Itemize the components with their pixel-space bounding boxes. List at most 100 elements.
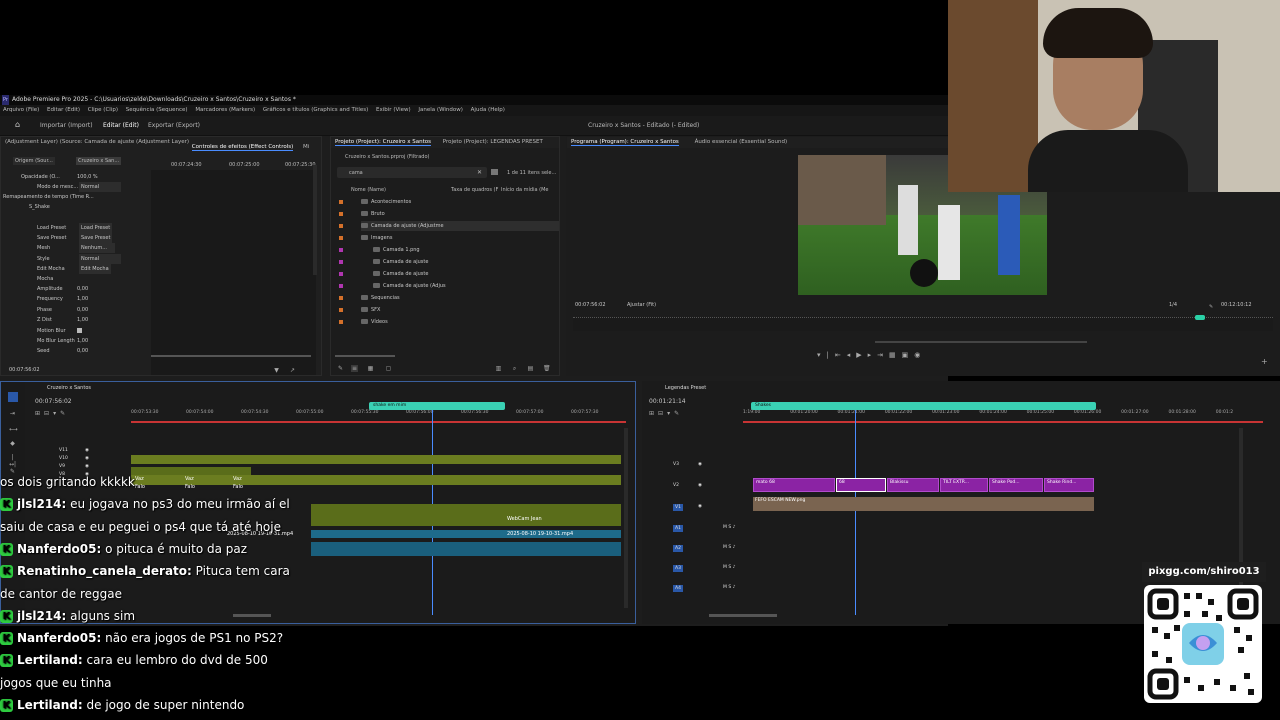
project-item[interactable]: Camada de ajuste (Adjus (373, 281, 559, 291)
track-label[interactable]: V11 (59, 448, 68, 453)
automate-icon[interactable]: ▥ (495, 365, 502, 372)
eye-icon[interactable]: ◉ (85, 456, 89, 461)
play-icon[interactable]: ▶ (856, 351, 867, 359)
timeline-timecode[interactable]: 00:07:56:02 (35, 397, 72, 407)
motion-blur-checkbox[interactable] (77, 328, 82, 333)
zoom-dropdown[interactable]: 1/4 (1169, 300, 1177, 310)
legendas-playhead[interactable] (855, 410, 856, 615)
eye-icon[interactable]: ◉ (85, 464, 89, 469)
fit-dropdown[interactable]: Ajustar (Fit) (627, 300, 656, 310)
timeline-tab-main[interactable]: Cruzeiro x Santos (47, 385, 91, 391)
legendas-marker[interactable]: Shakes (751, 402, 1096, 410)
track-select-icon[interactable]: ⇥ (9, 410, 16, 417)
tab-program[interactable]: Programa (Program): Cruzeiro x Santos (571, 139, 679, 146)
edit-mocha-button[interactable]: Edit Mocha (79, 264, 111, 274)
legendas-timecode[interactable]: 00:01:21:14 (649, 397, 686, 407)
prop-z-dist[interactable]: Z Dist (37, 315, 52, 325)
go-out-icon[interactable]: ⇥ (877, 351, 889, 359)
program-timecode[interactable]: 00:07:56:02 (575, 300, 606, 310)
track-label-video[interactable]: V1 (673, 504, 683, 511)
lift-icon[interactable]: ▦ (889, 351, 902, 359)
track-label[interactable]: V10 (59, 456, 68, 461)
prop-opacity-value[interactable]: 100,0 % (77, 172, 98, 182)
audio-clip-b[interactable] (311, 542, 621, 556)
col-media-start[interactable]: Início da mídia (Me (501, 187, 548, 193)
save-preset-button[interactable]: Save Preset (79, 233, 113, 243)
menu-window[interactable]: Janela (Window) (418, 107, 463, 113)
menu-edit[interactable]: Editar (Edit) (47, 107, 80, 113)
col-name[interactable]: Nome (Name) (351, 187, 386, 193)
prop-seed[interactable]: Seed (37, 346, 50, 356)
wrench-settings-icon[interactable]: ✎ (60, 410, 69, 417)
program-zoom-bar[interactable] (875, 341, 1087, 343)
clip-tilt-extr[interactable]: TILT EXTR... (940, 478, 988, 492)
source-dropdown[interactable]: Origem (Sour... (13, 157, 55, 165)
track-label-video[interactable]: V3 (673, 462, 679, 467)
project-item[interactable]: Camada de ajuste (373, 269, 559, 279)
load-preset-button[interactable]: Load Preset (79, 223, 113, 233)
tab-project-legendas[interactable]: Projeto (Project): LEGENDAS PRESET (443, 139, 543, 145)
track-label-audio[interactable]: A2 (673, 545, 683, 552)
filter-icon[interactable]: ▼ (273, 367, 280, 374)
ripple-edit-icon[interactable]: ⟷ (9, 426, 18, 433)
amplitude-value[interactable]: 0,00 (77, 284, 88, 294)
track-label-video[interactable]: V2 (673, 483, 679, 488)
trash-icon[interactable]: 🗑 (543, 365, 551, 372)
selection-tool-icon[interactable] (8, 392, 18, 402)
project-bin[interactable]: Camada de ajuste (Adjustme (361, 221, 559, 231)
clip-track-webcam[interactable] (311, 504, 621, 526)
ec-scrollbar[interactable] (313, 165, 317, 275)
project-item[interactable]: Camada de ajuste (373, 257, 559, 267)
prop-frequency[interactable]: Frequency (37, 294, 63, 304)
legendas-h-scroll[interactable] (709, 614, 777, 617)
mute-solo-controls[interactable]: M S ♪ (723, 585, 735, 590)
timeline-tab-legendas[interactable]: Legendas Preset (665, 385, 706, 391)
home-icon[interactable]: ⌂ (15, 121, 23, 129)
extract-icon[interactable]: ▣ (902, 351, 915, 359)
frequency-value[interactable]: 1,00 (77, 294, 88, 304)
phase-value[interactable]: 0,00 (77, 305, 88, 315)
menu-graphics[interactable]: Gráficos e títulos (Graphics and Titles) (263, 107, 368, 113)
clip-68[interactable]: 68 (836, 478, 886, 492)
clear-search-icon[interactable]: ✕ (477, 169, 482, 176)
project-bin[interactable]: Acontecimentos (361, 197, 559, 207)
timeline-h-scroll[interactable] (233, 614, 271, 617)
prop-opacity[interactable]: Opacidade (O... (21, 172, 60, 182)
add-button-icon[interactable]: + (1261, 357, 1268, 366)
eye-icon[interactable]: ◉ (698, 483, 702, 488)
project-bin[interactable]: Vídeos (361, 317, 559, 327)
project-bin[interactable]: Bruto (361, 209, 559, 219)
clip-dropdown[interactable]: Cruzeiro x San... (76, 157, 122, 165)
project-bin[interactable]: Sequencias (361, 293, 559, 303)
go-in-icon[interactable]: ⇤ (835, 351, 847, 359)
clip-shake-rind[interactable]: Shake Rind... (1044, 478, 1094, 492)
mute-solo-controls[interactable]: M S ♪ (723, 565, 735, 570)
audio-clip-a[interactable] (311, 530, 621, 538)
prop-time-remap[interactable]: Remapeamento de tempo (Time R... (3, 192, 94, 202)
step-back-icon[interactable]: ◂ (847, 351, 857, 359)
program-scrubber[interactable] (573, 317, 1273, 331)
tab-effect-controls[interactable]: Controles de efeitos (Effect Controls) (191, 144, 294, 151)
snap-icon[interactable]: ⊞ (649, 410, 658, 417)
tab-import[interactable]: Importar (Import) (40, 116, 93, 136)
project-bin[interactable]: Imagens (361, 233, 559, 243)
blend-dropdown[interactable]: Normal (79, 182, 121, 192)
clip-base-png[interactable]: FEFO ESCAM NEW.png (753, 497, 1094, 511)
ec-zoom-bar[interactable] (151, 355, 311, 357)
eye-icon[interactable]: ◉ (698, 462, 702, 467)
menu-file[interactable]: Arquivo (File) (3, 107, 39, 113)
linked-icon[interactable]: ⊟ (44, 410, 53, 417)
col-fps[interactable]: Taxa de quadros (F (451, 187, 498, 193)
tab-mixer[interactable]: Mi (303, 144, 309, 150)
find-icon[interactable]: ⌕ (511, 365, 518, 372)
new-bin-icon[interactable] (491, 169, 498, 175)
clip-track-v9[interactable] (131, 475, 621, 485)
mo-blur-value[interactable]: 1,00 (77, 336, 88, 346)
export-icon[interactable]: ↗ (289, 367, 296, 374)
project-item[interactable]: Camada 1.png (373, 245, 559, 255)
clip-track-v11[interactable] (131, 455, 621, 464)
timeline-scrollbar[interactable] (624, 428, 628, 608)
pen-icon[interactable]: ✎ (337, 365, 344, 372)
mute-solo-controls[interactable]: M S ♪ (723, 525, 735, 530)
wrench-settings-icon[interactable]: ✎ (674, 410, 683, 417)
